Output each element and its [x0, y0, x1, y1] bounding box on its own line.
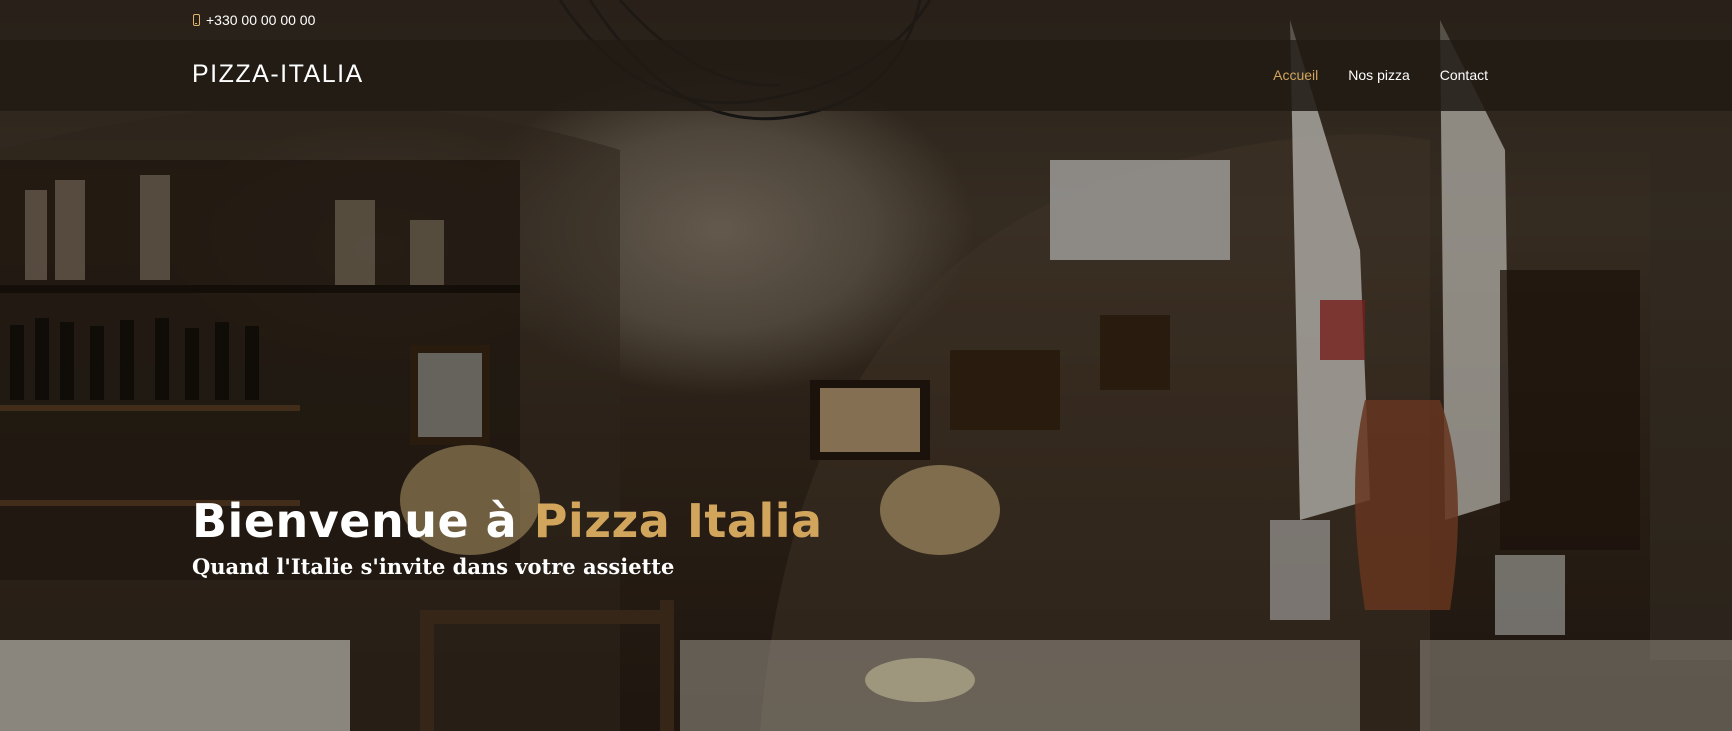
brand-logo[interactable]: PIZZA-ITALIA — [192, 60, 364, 89]
phone-contact[interactable]: +330 00 00 00 00 — [193, 12, 315, 28]
main-navbar: PIZZA-ITALIA Accueil Nos pizza Contact — [0, 40, 1732, 111]
top-contact-bar: +330 00 00 00 00 — [0, 0, 1732, 40]
hero-title-prefix: Bienvenue à — [192, 494, 518, 548]
nav-link-accueil[interactable]: Accueil — [1273, 67, 1318, 83]
hero-title: Bienvenue à Pizza Italia — [192, 494, 823, 548]
nav-link-contact[interactable]: Contact — [1440, 67, 1488, 83]
hero-title-accent: Pizza Italia — [533, 494, 823, 548]
mobile-phone-icon — [193, 14, 200, 26]
nav-link-nos-pizza[interactable]: Nos pizza — [1348, 67, 1409, 83]
nav-menu: Accueil Nos pizza Contact — [1273, 67, 1488, 83]
hero-subtitle: Quand l'Italie s'invite dans votre assie… — [192, 554, 675, 579]
phone-number: +330 00 00 00 00 — [206, 12, 316, 28]
